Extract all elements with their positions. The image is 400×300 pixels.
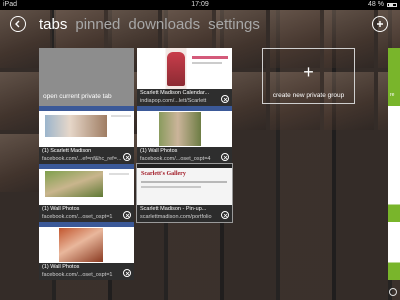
add-button[interactable] bbox=[372, 16, 388, 32]
tab-card[interactable]: (1) Wall Photos facebook.com/...oset_osp… bbox=[39, 222, 134, 280]
status-bar: iPad 17:09 48 % bbox=[0, 0, 400, 10]
open-private-tab-label: open current private tab bbox=[43, 93, 112, 100]
tab-caption: (1) Wall Photos facebook.com/...oset_osp… bbox=[39, 205, 134, 222]
tab-caption: Scarlett Madison Calendar... indiapop.co… bbox=[137, 89, 232, 106]
tab-title: (1) Scarlett Madison bbox=[42, 148, 92, 154]
tab-downloads[interactable]: downloads bbox=[128, 16, 200, 33]
open-private-tab-tile[interactable]: open current private tab bbox=[39, 48, 134, 106]
top-bar: tabs pinned downloads settings bbox=[0, 12, 400, 40]
tab-card[interactable]: Scarlett's Gallery Scarlett Madison - Pi… bbox=[136, 163, 233, 223]
close-tab-button[interactable] bbox=[221, 153, 229, 161]
home-indicator-icon bbox=[389, 288, 397, 296]
tab-caption: (1) Wall Photos facebook.com/...oset_osp… bbox=[137, 147, 232, 164]
arrow-left-icon bbox=[15, 20, 20, 28]
plus-icon bbox=[377, 21, 383, 27]
create-private-group-label: create new private group bbox=[272, 92, 345, 99]
section-tabs: tabs pinned downloads settings bbox=[39, 16, 260, 33]
tab-title: (1) Wall Photos bbox=[140, 148, 178, 154]
close-icon bbox=[223, 97, 227, 101]
tab-url: facebook.com/...oset_ospt=4 bbox=[140, 155, 211, 162]
tab-settings[interactable]: settings bbox=[208, 16, 260, 33]
back-button[interactable] bbox=[10, 16, 26, 32]
tab-url: indiapop.com/...lett/Scarlett bbox=[140, 97, 207, 104]
close-icon bbox=[125, 155, 129, 159]
group-tile-partial[interactable]: re bbox=[388, 48, 400, 106]
tab-card[interactable]: (1) Scarlett Madison facebook.com/...ef=… bbox=[39, 106, 134, 164]
group-tile-label: re bbox=[390, 92, 395, 98]
tab-title: (1) Wall Photos bbox=[42, 264, 80, 270]
battery-icon bbox=[387, 3, 397, 7]
tab-caption: Scarlett Madison - Pin-up... scarlettmad… bbox=[137, 205, 232, 222]
tab-url: scarlettmadison.com/portfolio bbox=[140, 213, 212, 220]
tab-url: facebook.com/...ef=nf&hc_ref=... bbox=[42, 155, 122, 162]
close-tab-button[interactable] bbox=[221, 95, 229, 103]
tab-caption: (1) Scarlett Madison facebook.com/...ef=… bbox=[39, 147, 134, 164]
close-icon bbox=[125, 213, 129, 217]
close-icon bbox=[223, 213, 227, 217]
tab-title: (1) Wall Photos bbox=[42, 206, 80, 212]
tab-url: facebook.com/...oset_ospt=1 bbox=[42, 213, 113, 220]
close-tab-button[interactable] bbox=[123, 269, 131, 277]
tab-caption: (1) Wall Photos facebook.com/...oset_osp… bbox=[39, 263, 134, 280]
create-private-group-button[interactable]: + create new private group bbox=[262, 48, 355, 104]
plus-icon: + bbox=[303, 62, 314, 82]
battery-percent: 48 % bbox=[368, 1, 384, 8]
tab-card[interactable]: (1) Wall Photos facebook.com/...oset_osp… bbox=[39, 164, 134, 222]
group-tab-partial[interactable] bbox=[388, 222, 400, 280]
close-tab-button[interactable] bbox=[123, 153, 131, 161]
tab-url: facebook.com/...oset_ospt=1 bbox=[42, 271, 113, 278]
tab-pinned[interactable]: pinned bbox=[75, 16, 120, 33]
tab-tabs[interactable]: tabs bbox=[39, 16, 67, 33]
clock: 17:09 bbox=[191, 1, 209, 8]
close-tab-button[interactable] bbox=[123, 211, 131, 219]
close-icon bbox=[125, 271, 129, 275]
group-tab-partial[interactable] bbox=[388, 106, 400, 164]
tab-card[interactable]: Scarlett Madison Calendar... indiapop.co… bbox=[137, 48, 232, 106]
site-heading: Scarlett's Gallery bbox=[141, 171, 186, 177]
tab-title: Scarlett Madison Calendar... bbox=[140, 90, 210, 96]
tab-title: Scarlett Madison - Pin-up... bbox=[140, 206, 207, 212]
group-tab-partial[interactable] bbox=[388, 164, 400, 222]
tab-card[interactable]: (1) Wall Photos facebook.com/...oset_osp… bbox=[137, 106, 232, 164]
close-tab-button[interactable] bbox=[221, 211, 229, 219]
close-icon bbox=[223, 155, 227, 159]
